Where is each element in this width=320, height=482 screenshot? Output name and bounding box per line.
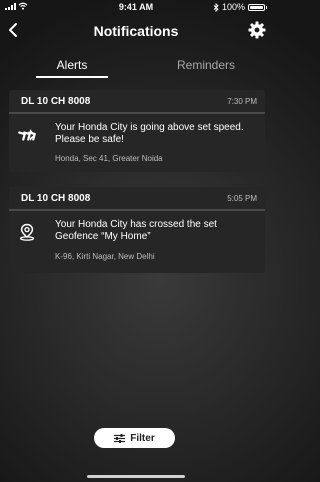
battery-percent: 100%: [221, 2, 245, 12]
speed-icon: [18, 129, 36, 141]
active-tab-indicator: [36, 76, 108, 78]
status-bar: 9:41 AM 100%: [0, 0, 272, 14]
notification-location: Honda, Sec 41, Greater Noida: [55, 154, 163, 163]
notification-card[interactable]: DL 10 CH 8008 7:30 PM Your Honda City is…: [9, 90, 265, 172]
tab-alerts[interactable]: Alerts: [36, 58, 108, 72]
notification-message: Your Honda City is going above set speed…: [55, 122, 244, 145]
geofence-pin-icon: [19, 223, 35, 241]
card-header: DL 10 CH 8008 7:30 PM: [9, 90, 265, 114]
filter-label: Filter: [130, 432, 155, 444]
battery-icon: [248, 3, 265, 11]
gear-icon[interactable]: [248, 21, 266, 39]
vehicle-number: DL 10 CH 8008: [21, 96, 91, 107]
home-indicator: [87, 475, 185, 478]
tab-reminders[interactable]: Reminders: [168, 58, 244, 72]
filter-button[interactable]: Filter: [94, 428, 175, 448]
filter-sliders-icon: [114, 433, 126, 443]
vehicle-number: DL 10 CH 8008: [21, 193, 91, 204]
page-title: Notifications: [93, 23, 179, 39]
tab-bar: Alerts Reminders: [0, 56, 272, 78]
notification-message: Your Honda City has crossed the set Geof…: [55, 219, 217, 242]
notification-time: 5:05 PM: [227, 194, 257, 203]
card-header: DL 10 CH 8008 5:05 PM: [9, 187, 265, 211]
header: Notifications: [0, 18, 272, 44]
bluetooth-icon: [213, 2, 219, 12]
notification-time: 7:30 PM: [227, 97, 257, 106]
notification-card[interactable]: DL 10 CH 8008 5:05 PM Your Honda City ha…: [9, 187, 265, 273]
notification-location: K-96, Kirti Nagar, New Delhi: [55, 252, 155, 261]
